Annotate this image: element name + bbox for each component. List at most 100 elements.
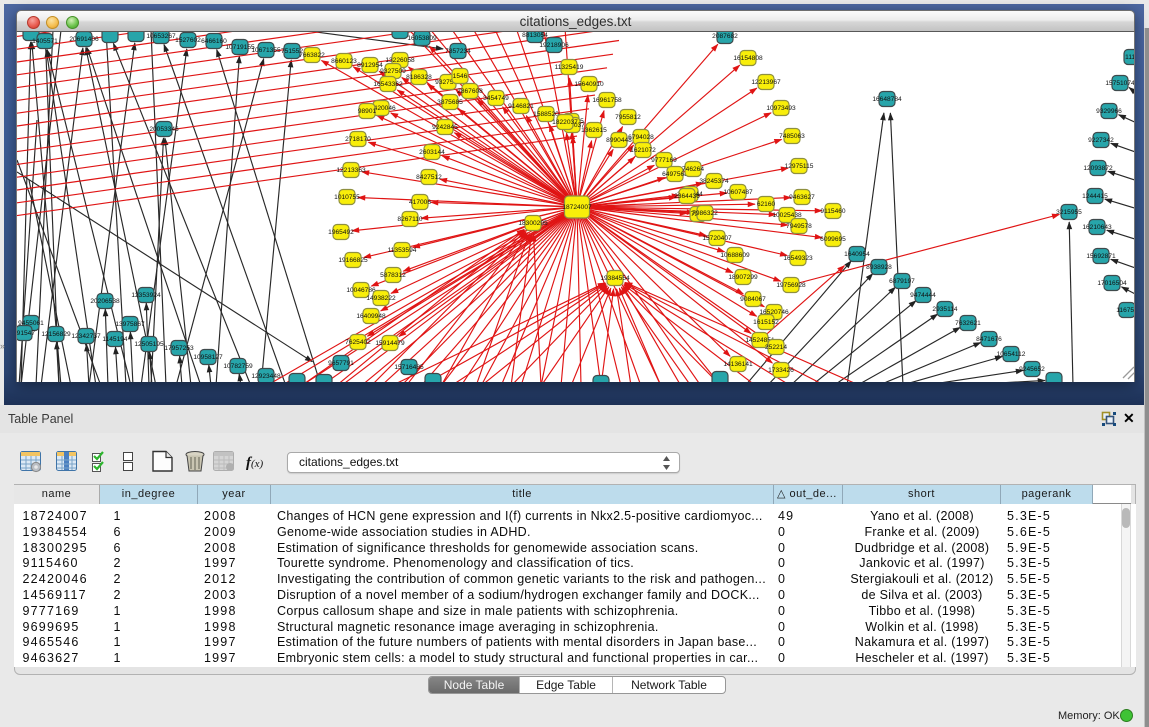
svg-text:15751074: 15751074 (1105, 80, 1135, 87)
svg-text:14136141: 14136141 (723, 361, 753, 368)
svg-text:8427512: 8427512 (416, 174, 442, 181)
svg-text:9245652: 9245652 (1019, 366, 1045, 373)
svg-text:252214: 252214 (765, 344, 787, 351)
svg-text:12093872: 12093872 (1083, 165, 1113, 172)
svg-text:2087682: 2087682 (712, 33, 738, 40)
svg-text:1588520: 1588520 (533, 111, 559, 118)
svg-text:19166825: 19166825 (338, 257, 368, 264)
svg-text:10782759: 10782759 (223, 363, 253, 370)
svg-text:10973493: 10973493 (766, 105, 796, 112)
svg-text:17957253: 17957253 (164, 345, 194, 352)
svg-text:16543362: 16543362 (373, 81, 403, 88)
svg-text:19218906: 19218906 (539, 42, 569, 49)
svg-text:15914479: 15914479 (375, 340, 405, 347)
svg-text:1117: 1117 (1125, 54, 1135, 61)
svg-text:8938928: 8938928 (866, 264, 892, 271)
svg-text:20053346: 20053346 (149, 126, 179, 133)
svg-text:20691406: 20691406 (69, 36, 99, 43)
svg-text:19756928: 19756928 (776, 282, 806, 289)
svg-text:20206538: 20206538 (90, 298, 120, 305)
svg-text:3875685: 3875685 (437, 99, 463, 106)
svg-text:8186328: 8186328 (406, 74, 432, 81)
svg-text:18907299: 18907299 (728, 274, 758, 281)
svg-text:10653267: 10653267 (146, 33, 176, 40)
svg-text:12923448: 12923448 (251, 373, 281, 380)
svg-text:10688609: 10688609 (720, 252, 750, 259)
svg-text:18724007: 18724007 (562, 204, 592, 211)
svg-text:391547: 391547 (17, 330, 35, 337)
svg-text:1527602: 1527602 (175, 37, 201, 44)
svg-text:1965492: 1965492 (328, 229, 354, 236)
svg-text:12342737: 12342737 (71, 333, 101, 340)
svg-text:7485063: 7485063 (779, 133, 805, 140)
svg-text:1640954: 1640954 (844, 251, 870, 258)
svg-text:1822037: 1822037 (552, 119, 578, 126)
svg-text:746264: 746264 (682, 166, 704, 173)
svg-text:10958127: 10958127 (193, 354, 223, 361)
svg-text:9115460: 9115460 (820, 208, 846, 215)
svg-text:10671355: 10671355 (251, 47, 281, 54)
svg-text:2935114: 2935114 (932, 306, 958, 313)
svg-text:62160: 62160 (757, 201, 776, 208)
svg-text:1615152: 1615152 (753, 319, 779, 326)
svg-text:16210643: 16210643 (1082, 224, 1112, 231)
svg-text:18300295: 18300295 (518, 220, 548, 227)
svg-text:13975867: 13975867 (115, 321, 145, 328)
svg-text:6099695: 6099695 (820, 236, 846, 243)
svg-text:9657791: 9657791 (328, 360, 354, 367)
svg-text:16648784: 16648784 (872, 96, 902, 103)
svg-text:1010755: 1010755 (334, 194, 360, 201)
svg-text:417006: 417006 (409, 199, 431, 206)
svg-text:2603144: 2603144 (419, 149, 445, 156)
svg-text:1733426: 1733426 (768, 367, 794, 374)
svg-text:7625402: 7625402 (345, 339, 371, 346)
svg-text:12156829: 12156829 (41, 331, 71, 338)
svg-text:8813054: 8813054 (522, 32, 548, 39)
svg-text:9777169: 9777169 (651, 157, 677, 164)
svg-text:9327509: 9327509 (380, 68, 406, 75)
svg-text:8471676: 8471676 (976, 336, 1002, 343)
svg-text:1546: 1546 (453, 73, 468, 80)
svg-text:12505195: 12505195 (134, 341, 164, 348)
svg-text:1621072: 1621072 (630, 147, 656, 154)
svg-text:9227342: 9227342 (1088, 137, 1114, 144)
svg-text:10046786: 10046786 (346, 287, 376, 294)
svg-text:16409948: 16409948 (356, 313, 386, 320)
svg-text:(x): (x) (251, 458, 264, 470)
svg-text:15640910: 15640910 (574, 81, 604, 88)
svg-text:15692871: 15692871 (1086, 253, 1116, 260)
svg-text:7857234: 7857234 (445, 48, 471, 55)
svg-text:8267110: 8267110 (397, 216, 423, 223)
svg-text:6879197: 6879197 (889, 278, 915, 285)
svg-text:6794028: 6794028 (628, 134, 654, 141)
svg-text:38245374: 38245374 (699, 178, 729, 185)
svg-text:2718170: 2718170 (345, 136, 371, 143)
svg-text:7949578: 7949578 (786, 223, 812, 230)
svg-text:1405571: 1405571 (32, 38, 58, 45)
svg-text:7632621: 7632621 (955, 320, 981, 327)
svg-text:14938222: 14938222 (366, 295, 396, 302)
svg-text:8660123: 8660123 (331, 58, 357, 65)
svg-text:9146821: 9146821 (508, 103, 534, 110)
svg-text:10654112: 10654112 (997, 351, 1026, 358)
svg-text:9329966: 9329966 (1096, 108, 1122, 115)
svg-text:7986322: 7986322 (692, 210, 718, 217)
svg-text:2364436: 2364436 (674, 193, 700, 200)
svg-text:12213967: 12213967 (751, 79, 781, 86)
svg-text:15716485: 15716485 (394, 364, 424, 371)
svg-text:9474444: 9474444 (910, 292, 936, 299)
svg-text:11353594: 11353594 (388, 247, 417, 254)
svg-text:1362615: 1362615 (581, 127, 607, 134)
svg-text:12213363: 12213363 (336, 167, 366, 174)
svg-text:15720407: 15720407 (702, 235, 732, 242)
svg-text:16154808: 16154808 (733, 55, 763, 62)
svg-text:5878312: 5878312 (380, 272, 406, 279)
svg-text:12975115: 12975115 (785, 163, 814, 170)
svg-text:3215955: 3215955 (1056, 209, 1082, 216)
svg-text:16549323: 16549323 (783, 255, 813, 262)
svg-text:1244415: 1244415 (1082, 193, 1108, 200)
svg-text:12353924: 12353924 (131, 292, 161, 299)
svg-text:9242845: 9242845 (432, 124, 458, 131)
svg-text:17016504: 17016504 (1097, 280, 1127, 287)
svg-text:2867608: 2867608 (457, 88, 483, 95)
